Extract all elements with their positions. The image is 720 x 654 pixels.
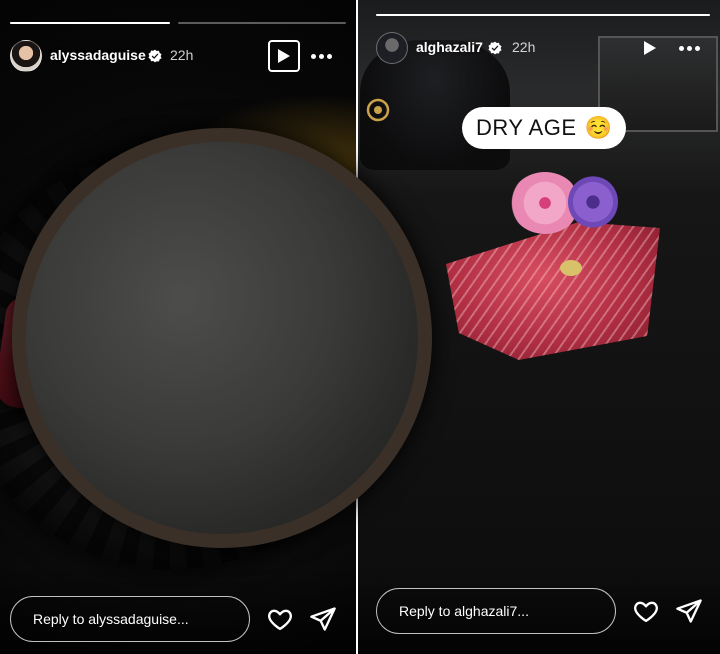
more-icon-dot [686, 45, 692, 51]
more-icon-dot [318, 53, 324, 59]
progress-bar-2 [178, 22, 346, 24]
caption-text: DRY AGE [476, 115, 577, 140]
progress-fill [10, 22, 170, 24]
send-icon[interactable] [675, 597, 703, 625]
edible-flower [568, 176, 618, 228]
play-button[interactable] [268, 40, 300, 72]
more-icon [310, 53, 316, 59]
caption-sticker: DRY AGE ☺️ [462, 107, 626, 149]
heart-icon[interactable] [266, 605, 294, 633]
sesame-garnish [560, 260, 582, 276]
progress-fill [376, 14, 710, 16]
heart-icon[interactable] [632, 597, 660, 625]
send-icon[interactable] [309, 605, 337, 633]
reply-input[interactable]: Reply to alghazali7... [376, 588, 616, 634]
username[interactable]: alyssadaguise [50, 47, 146, 63]
post-time: 22h [512, 39, 536, 55]
verified-badge-icon [148, 49, 162, 63]
progress-bar-1 [376, 14, 710, 16]
post-time: 22h [170, 47, 194, 63]
relieved-face-emoji: ☺️ [584, 115, 612, 140]
plate-image [12, 128, 432, 548]
progress-bar-1 [10, 22, 170, 24]
more-icon-dot [694, 45, 700, 51]
avatar[interactable] [376, 32, 408, 64]
more-icon [678, 45, 684, 51]
more-icon-dot [326, 53, 332, 59]
verified-badge-icon [488, 41, 502, 55]
avatar[interactable] [10, 40, 42, 72]
more-options-button[interactable] [306, 41, 336, 71]
reply-input[interactable]: Reply to alyssadaguise... [10, 596, 250, 642]
play-icon [644, 41, 656, 55]
reply-placeholder: Reply to alghazali7... [399, 603, 529, 619]
play-button[interactable] [634, 32, 666, 64]
username[interactable]: alghazali7 [416, 39, 483, 55]
play-icon [278, 49, 290, 63]
reply-placeholder: Reply to alyssadaguise... [33, 611, 189, 627]
restaurant-logo [366, 98, 390, 122]
more-options-button[interactable] [674, 33, 704, 63]
